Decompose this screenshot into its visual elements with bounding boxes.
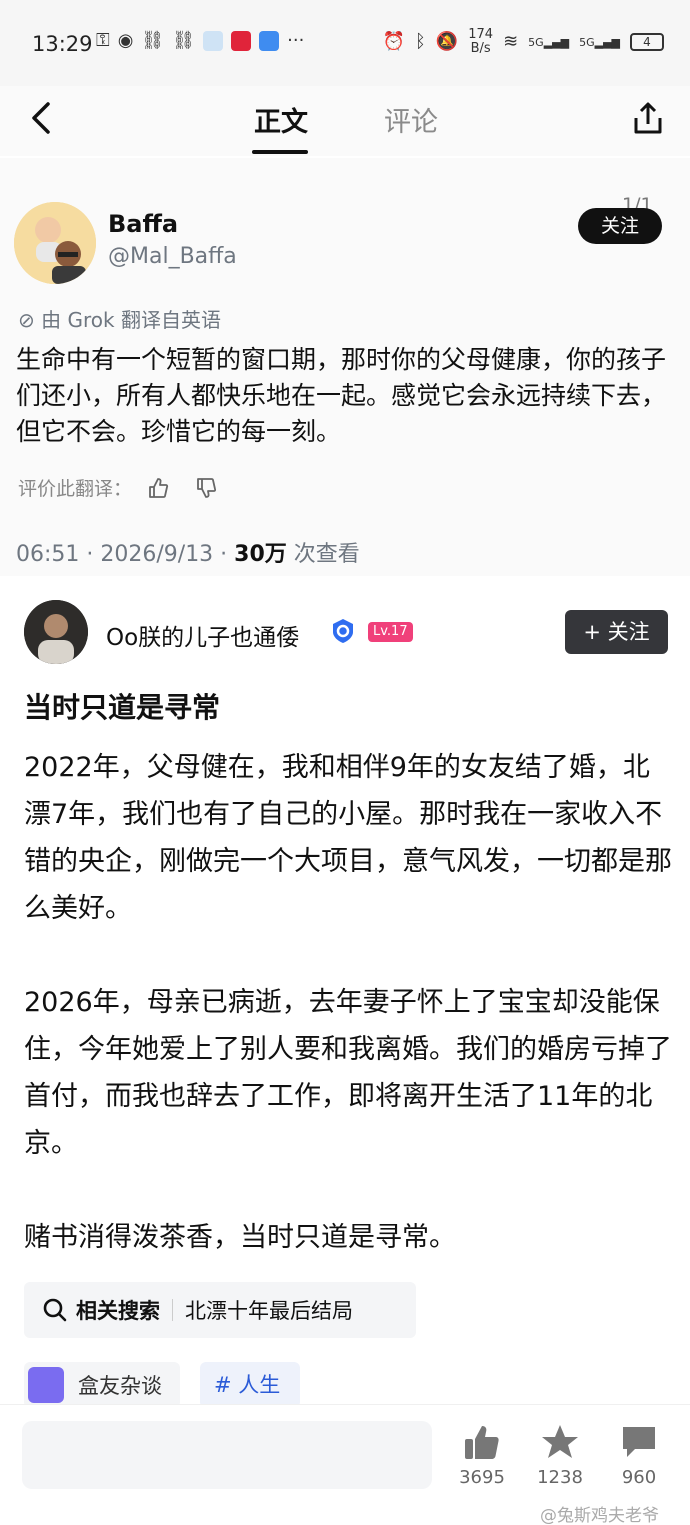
comment-input[interactable] [22, 1421, 432, 1489]
embed-avatar [14, 202, 96, 284]
share-icon [634, 102, 662, 134]
status-left-icons: ⚿ ◉ ⛓ ⛓ ··· [96, 30, 304, 52]
wifi-icon: ≋ [503, 31, 519, 52]
status-right-icons: ⏰ ᛒ 🔕 174 B/s ≋ 5G▂▄▆ 5G▂▄▆ 4 [383, 28, 664, 56]
embed-author-name: Baffa [108, 210, 179, 238]
embed-follow-button: 关注 [578, 208, 662, 244]
eye-icon: ◉ [117, 30, 134, 51]
favorite-count: 1238 [537, 1467, 583, 1488]
thumbs-up-icon [149, 477, 169, 498]
translate-icon: ⊘ [18, 308, 42, 332]
author-name[interactable]: Oo朕的儿子也通倭 [106, 618, 299, 652]
star-icon [542, 1425, 578, 1458]
top-nav: 正文 评论 [0, 86, 690, 156]
author-avatar[interactable] [24, 600, 88, 664]
network-speed: 174 B/s [468, 27, 494, 56]
thumbs-down-icon [197, 477, 217, 498]
embed-body-text: 生命中有一个短暂的窗口期，那时你的父母健康，你的孩子们还小，所有人都快乐地在一起… [16, 345, 667, 446]
thumbs-up-icon [465, 1426, 499, 1459]
embedded-post-image[interactable]: Baffa @Mal_Baffa 1/1 关注 ⊘ 由 Grok 翻译自英语 生… [0, 158, 690, 576]
more-notifications-icon: ··· [287, 30, 305, 51]
watermark: @兔斯鸡夫老爷 [540, 1506, 659, 1525]
link-icon-2: ⛓ [172, 30, 196, 51]
comment-icon [623, 1427, 655, 1457]
embed-meta: 06:51 · 2026/9/13 · 30万 次查看 [16, 542, 360, 567]
post-title: 当时只道是寻常 [24, 691, 221, 724]
search-icon [43, 1298, 67, 1322]
level-badge: Lv.17 [368, 622, 413, 642]
alarm-icon: ⏰ [382, 31, 405, 52]
divider [172, 1299, 173, 1321]
post-paragraph: 赌书消得泼茶香，当时只道是寻常。 [24, 1222, 456, 1253]
signal-icon-2: 5G▂▄▆ [579, 35, 620, 49]
signal-icon: 5G▂▄▆ [528, 35, 570, 49]
link-icon: ⛓ [141, 30, 165, 51]
key-icon: ⚿ [96, 30, 110, 51]
rate-translation: 评价此翻译： [18, 474, 218, 501]
favorite-button[interactable]: 1238 [530, 1423, 590, 1488]
related-search-label: 相关搜索 [76, 1299, 160, 1323]
related-search[interactable]: 相关搜索 北漂十年最后结局 [24, 1282, 416, 1338]
mute-icon: 🔕 [435, 31, 459, 52]
like-count: 3695 [459, 1467, 505, 1488]
follow-button[interactable]: + 关注 [565, 610, 668, 654]
tmall-notification-icon [231, 31, 252, 51]
comment-button[interactable]: 960 [609, 1423, 669, 1488]
back-button[interactable] [22, 96, 62, 140]
verified-badge-icon [333, 619, 353, 643]
status-bar: 13:29 ⚿ ◉ ⛓ ⛓ ··· ⏰ ᛒ 🔕 174 B/s ≋ 5G▂▄▆ 5… [0, 0, 690, 86]
bluetooth-icon: ᛒ [415, 31, 426, 52]
tab-main-text[interactable]: 正文 [254, 100, 308, 139]
post-body: 2022年，父母健在，我和相伴9年的女友结了婚，北漂7年，我们也有了自己的小屋。… [24, 744, 674, 1308]
hashtag[interactable]: # 人生 [200, 1362, 300, 1408]
post-paragraph: 2026年，母亲已病逝，去年妻子怀上了宝宝却没能保住，今年她爱上了别人要和我离婚… [24, 987, 672, 1159]
post-paragraph: 2022年，父母健在，我和相伴9年的女友结了婚，北漂7年，我们也有了自己的小屋。… [24, 752, 672, 924]
tab-comments[interactable]: 评论 [384, 100, 438, 139]
circle-tag[interactable]: 盒友杂谈 [24, 1362, 180, 1408]
active-tab-indicator [252, 150, 308, 154]
share-button[interactable] [628, 96, 668, 140]
app-notification-icon-2 [259, 31, 280, 51]
status-time: 13:29 [32, 32, 93, 56]
comment-count: 960 [621, 1467, 657, 1488]
battery-icon: 4 [630, 33, 664, 51]
bottom-action-bar: 3695 1238 960 @兔斯鸡夫老爷 [0, 1404, 690, 1525]
back-arrow-icon [32, 102, 50, 134]
like-button[interactable]: 3695 [452, 1423, 512, 1488]
embed-author-handle: @Mal_Baffa [108, 244, 237, 269]
circle-tag-label: 盒友杂谈 [78, 1374, 162, 1398]
related-search-query[interactable]: 北漂十年最后结局 [185, 1295, 353, 1325]
community-icon [28, 1367, 64, 1403]
app-notification-icon [203, 31, 224, 51]
translation-note: ⊘ 由 Grok 翻译自英语 [18, 308, 221, 332]
